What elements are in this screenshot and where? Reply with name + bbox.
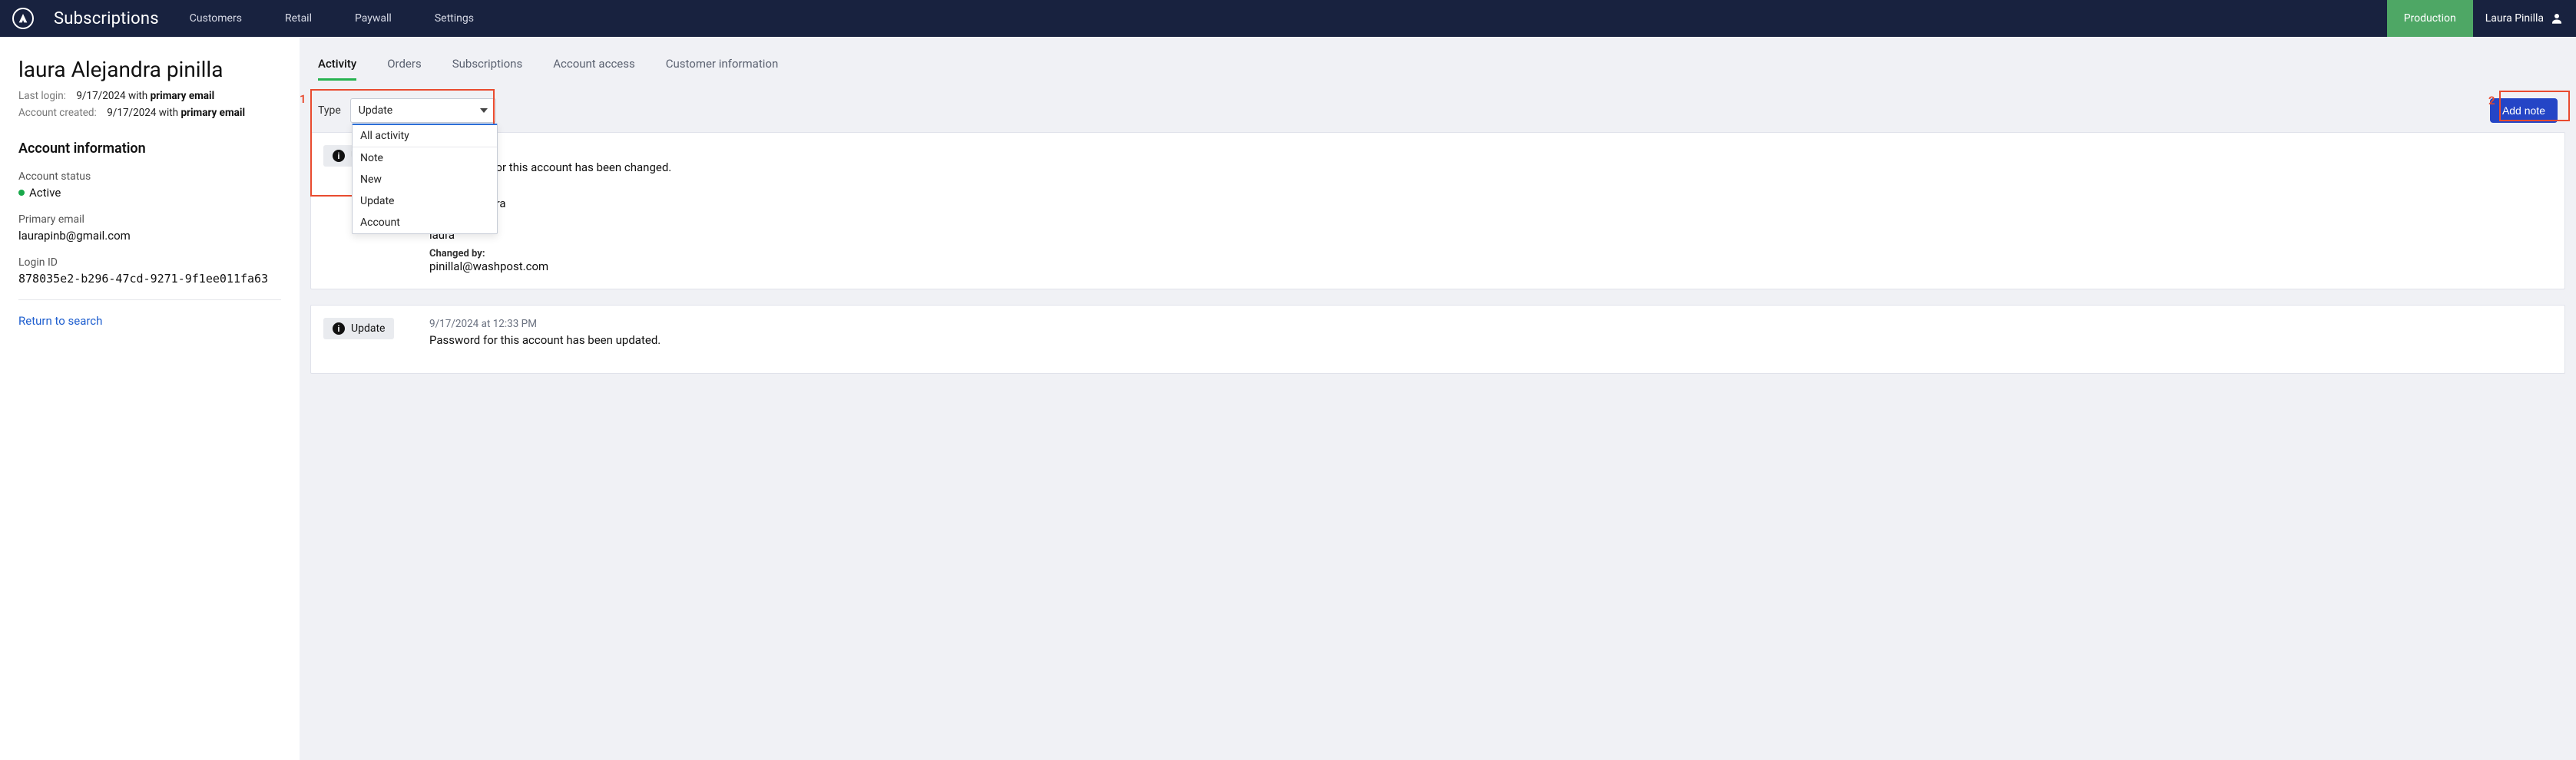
activity-type-badge: i Update bbox=[323, 318, 394, 339]
info-icon: i bbox=[333, 150, 345, 162]
chevron-down-icon bbox=[480, 108, 488, 113]
activity-card: i Update at 12:40 PM information for thi… bbox=[310, 132, 2565, 289]
account-created-row: Account created: 9/17/2024 with primary … bbox=[18, 107, 281, 119]
customer-name: laura Alejandra pinilla bbox=[18, 57, 281, 82]
tab-activity[interactable]: Activity bbox=[318, 57, 356, 81]
activity-headline: Password for this account has been updat… bbox=[429, 333, 661, 347]
user-icon bbox=[2550, 12, 2564, 25]
add-note-button[interactable]: Add note bbox=[2490, 98, 2558, 123]
customer-sidebar: laura Alejandra pinilla Last login: 9/17… bbox=[0, 37, 300, 760]
activity-filter-bar: Type Update All activity Note New Update… bbox=[300, 81, 2576, 132]
nav-customers[interactable]: Customers bbox=[190, 12, 242, 25]
app-logo[interactable] bbox=[12, 8, 34, 29]
user-name: Laura Pinilla bbox=[2485, 12, 2544, 25]
changed-by-value: pinillal@washpost.com bbox=[429, 259, 671, 273]
return-to-search-link[interactable]: Return to search bbox=[18, 314, 281, 328]
changed-by-label: Changed by: bbox=[429, 248, 671, 259]
detail-tabs: Activity Orders Subscriptions Account ac… bbox=[312, 37, 2576, 81]
account-status-label: Account status bbox=[18, 170, 281, 183]
primary-email-value: laurapinb@gmail.com bbox=[18, 229, 281, 243]
type-option-all-activity[interactable]: All activity bbox=[353, 125, 497, 147]
user-menu[interactable]: Laura Pinilla bbox=[2473, 0, 2576, 37]
type-filter-label: Type bbox=[318, 104, 341, 117]
account-status-text: Active bbox=[29, 186, 61, 200]
last-login-label: Last login: bbox=[18, 90, 66, 102]
info-icon: i bbox=[333, 322, 345, 335]
account-status-value: Active bbox=[18, 186, 281, 200]
tab-orders[interactable]: Orders bbox=[387, 57, 422, 81]
type-filter-select[interactable]: Update bbox=[350, 98, 496, 123]
type-option-update[interactable]: Update bbox=[353, 190, 497, 212]
app-title: Subscriptions bbox=[54, 9, 159, 28]
activity-feed: i Update at 12:40 PM information for thi… bbox=[300, 132, 2576, 408]
type-option-account[interactable]: Account bbox=[353, 212, 497, 233]
type-option-new[interactable]: New bbox=[353, 169, 497, 190]
activity-headline-rest: for this account has been changed. bbox=[489, 160, 672, 174]
account-info-heading: Account information bbox=[18, 140, 281, 157]
account-created-label: Account created: bbox=[18, 107, 97, 119]
main-content: Activity Orders Subscriptions Account ac… bbox=[300, 37, 2576, 760]
login-id-label: Login ID bbox=[18, 256, 281, 269]
nav-paywall[interactable]: Paywall bbox=[355, 12, 392, 25]
app-logo-glyph-icon bbox=[17, 12, 29, 25]
type-option-note[interactable]: Note bbox=[353, 147, 497, 169]
last-login-value: 9/17/2024 with bbox=[76, 90, 150, 102]
type-filter-selected: Update bbox=[359, 104, 392, 117]
environment-badge[interactable]: Production bbox=[2387, 0, 2473, 37]
tab-customer-information[interactable]: Customer information bbox=[666, 57, 779, 81]
nav-settings[interactable]: Settings bbox=[435, 12, 474, 25]
nav-retail[interactable]: Retail bbox=[285, 12, 312, 25]
activity-card: i Update 9/17/2024 at 12:33 PM Password … bbox=[310, 305, 2565, 374]
account-created-value: 9/17/2024 with bbox=[107, 107, 180, 119]
account-created-method: primary email bbox=[180, 107, 245, 119]
tab-subscriptions[interactable]: Subscriptions bbox=[452, 57, 522, 81]
primary-email-label: Primary email bbox=[18, 213, 281, 226]
sidebar-divider bbox=[18, 299, 281, 300]
activity-type-text: Update bbox=[351, 322, 385, 335]
last-login-row: Last login: 9/17/2024 with primary email bbox=[18, 90, 281, 102]
status-dot-icon bbox=[18, 190, 25, 196]
type-filter-group: Type Update All activity Note New Update… bbox=[318, 98, 496, 123]
login-id-value: 878035e2-b296-47cd-9271-9f1ee011fa63 bbox=[18, 272, 281, 286]
tab-account-access[interactable]: Account access bbox=[553, 57, 635, 81]
type-filter-dropdown: All activity Note New Update Account bbox=[352, 124, 498, 234]
last-login-method: primary email bbox=[151, 90, 215, 102]
top-nav: Subscriptions Customers Retail Paywall S… bbox=[0, 0, 2576, 37]
activity-timestamp: 9/17/2024 at 12:33 PM bbox=[429, 318, 661, 330]
